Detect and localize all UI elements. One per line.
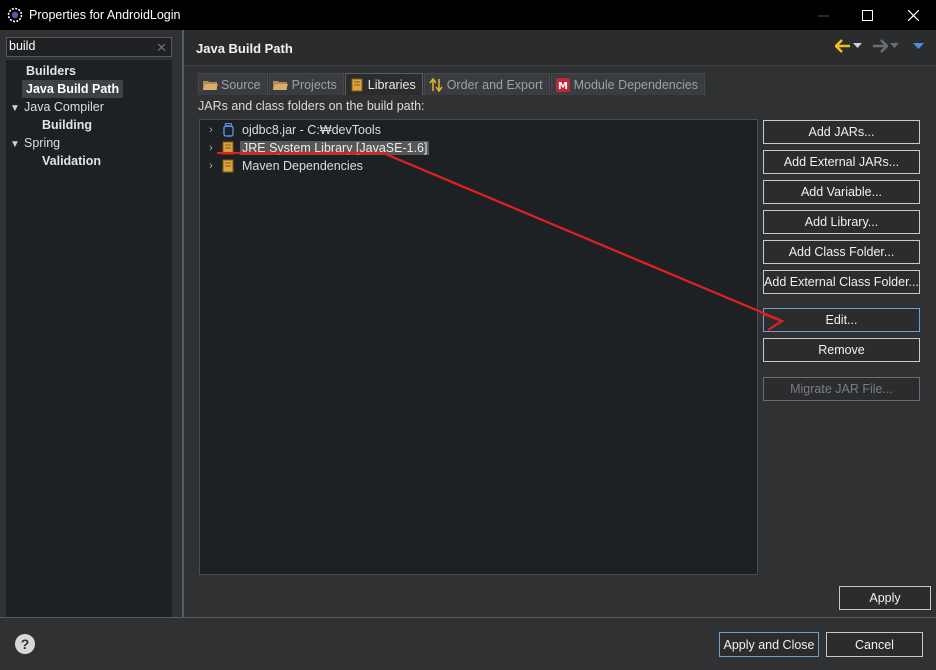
- tree-item-validation[interactable]: Validation: [42, 152, 101, 170]
- tab-source[interactable]: Source: [198, 73, 268, 95]
- chevron-right-icon[interactable]: ›: [204, 160, 218, 172]
- arrow-right-icon: [873, 39, 888, 53]
- tab-libraries[interactable]: Libraries: [344, 73, 423, 95]
- library-tree: › ojdbc8.jar - C:₩devTools › JRE System …: [199, 119, 758, 575]
- library-row-jre-system[interactable]: › JRE System Library [JavaSE-1.6]: [204, 139, 430, 157]
- tab-module-dependencies[interactable]: M Module Dependencies: [550, 73, 705, 95]
- title-bar: Properties for AndroidLogin: [0, 0, 936, 30]
- chevron-right-icon[interactable]: ›: [204, 124, 218, 136]
- library-row-ojdbc8[interactable]: › ojdbc8.jar - C:₩devTools: [204, 121, 383, 139]
- migrate-jar-button[interactable]: Migrate JAR File...: [763, 377, 920, 401]
- add-jars-button[interactable]: Add JARs...: [763, 120, 920, 144]
- maximize-button[interactable]: [844, 0, 890, 30]
- svg-text:M: M: [558, 81, 568, 92]
- chevron-down-icon[interactable]: ▼: [10, 100, 24, 118]
- order-icon: [428, 77, 444, 93]
- module-icon: M: [555, 77, 571, 93]
- forward-button[interactable]: [872, 39, 899, 53]
- add-variable-button[interactable]: Add Variable...: [763, 180, 920, 204]
- apply-button[interactable]: Apply: [839, 586, 931, 610]
- library-icon: [220, 158, 236, 174]
- chevron-down-icon: [853, 43, 862, 48]
- tree-item-builders[interactable]: Builders: [26, 62, 76, 80]
- library-icon: [349, 77, 365, 93]
- chevron-down-icon: [890, 43, 899, 48]
- library-label: ojdbc8.jar - C:₩devTools: [242, 123, 381, 137]
- window-title: Properties for AndroidLogin: [29, 8, 181, 22]
- remove-button[interactable]: Remove: [763, 338, 920, 362]
- minimize-button[interactable]: [800, 0, 846, 30]
- add-external-jars-button[interactable]: Add External JARs...: [763, 150, 920, 174]
- view-menu-button[interactable]: [913, 43, 924, 50]
- close-button[interactable]: [890, 0, 936, 30]
- tab-order-and-export[interactable]: Order and Export: [423, 73, 550, 95]
- page-header: Java Build Path: [184, 30, 936, 66]
- add-external-class-folder-button[interactable]: Add External Class Folder...: [763, 270, 920, 294]
- add-library-button[interactable]: Add Library...: [763, 210, 920, 234]
- add-class-folder-button[interactable]: Add Class Folder...: [763, 240, 920, 264]
- page-content: Java Build Path Source Projects Librarie…: [184, 30, 936, 617]
- tab-projects[interactable]: Projects: [268, 73, 344, 95]
- filter-input[interactable]: build ✕: [6, 37, 172, 57]
- tree-item-building[interactable]: Building: [42, 116, 92, 134]
- chevron-right-icon[interactable]: ›: [204, 142, 218, 154]
- build-path-tabs: Source Projects Libraries Order and Expo…: [198, 73, 706, 95]
- arrow-left-icon: [835, 39, 850, 53]
- jar-icon: [220, 122, 236, 138]
- folder-icon: [273, 77, 289, 93]
- page-title: Java Build Path: [196, 41, 293, 56]
- help-icon[interactable]: ?: [15, 634, 35, 654]
- eclipse-gear-icon: [7, 7, 23, 23]
- cancel-button[interactable]: Cancel: [826, 632, 923, 657]
- maximize-icon: [861, 9, 873, 21]
- library-row-maven[interactable]: › Maven Dependencies: [204, 157, 365, 175]
- library-label: Maven Dependencies: [242, 159, 363, 173]
- minimize-icon: [817, 15, 829, 16]
- library-icon: [220, 140, 236, 156]
- tree-item-spring[interactable]: ▼ Spring: [10, 134, 60, 152]
- chevron-down-icon[interactable]: ▼: [10, 136, 24, 154]
- filter-value: build: [9, 39, 36, 53]
- preference-tree: Builders Java Build Path ▼ Java Compiler …: [6, 60, 172, 617]
- edit-button[interactable]: Edit...: [763, 308, 920, 332]
- back-button[interactable]: [835, 39, 862, 53]
- tree-item-java-build-path[interactable]: Java Build Path: [22, 80, 124, 98]
- preference-nav-pane: build ✕ Builders Java Build Path ▼ Java C…: [0, 30, 182, 617]
- tree-item-java-compiler[interactable]: ▼ Java Compiler: [10, 98, 104, 116]
- build-path-label: JARs and class folders on the build path…: [198, 99, 425, 113]
- apply-and-close-button[interactable]: Apply and Close: [719, 632, 819, 657]
- folder-icon: [202, 77, 218, 93]
- library-label: JRE System Library [JavaSE-1.6]: [240, 141, 430, 155]
- dialog-footer: ? Apply and Close Cancel: [0, 617, 936, 670]
- close-icon: [907, 9, 919, 21]
- view-menu-icon: [913, 43, 924, 49]
- clear-filter-icon[interactable]: ✕: [156, 39, 167, 56]
